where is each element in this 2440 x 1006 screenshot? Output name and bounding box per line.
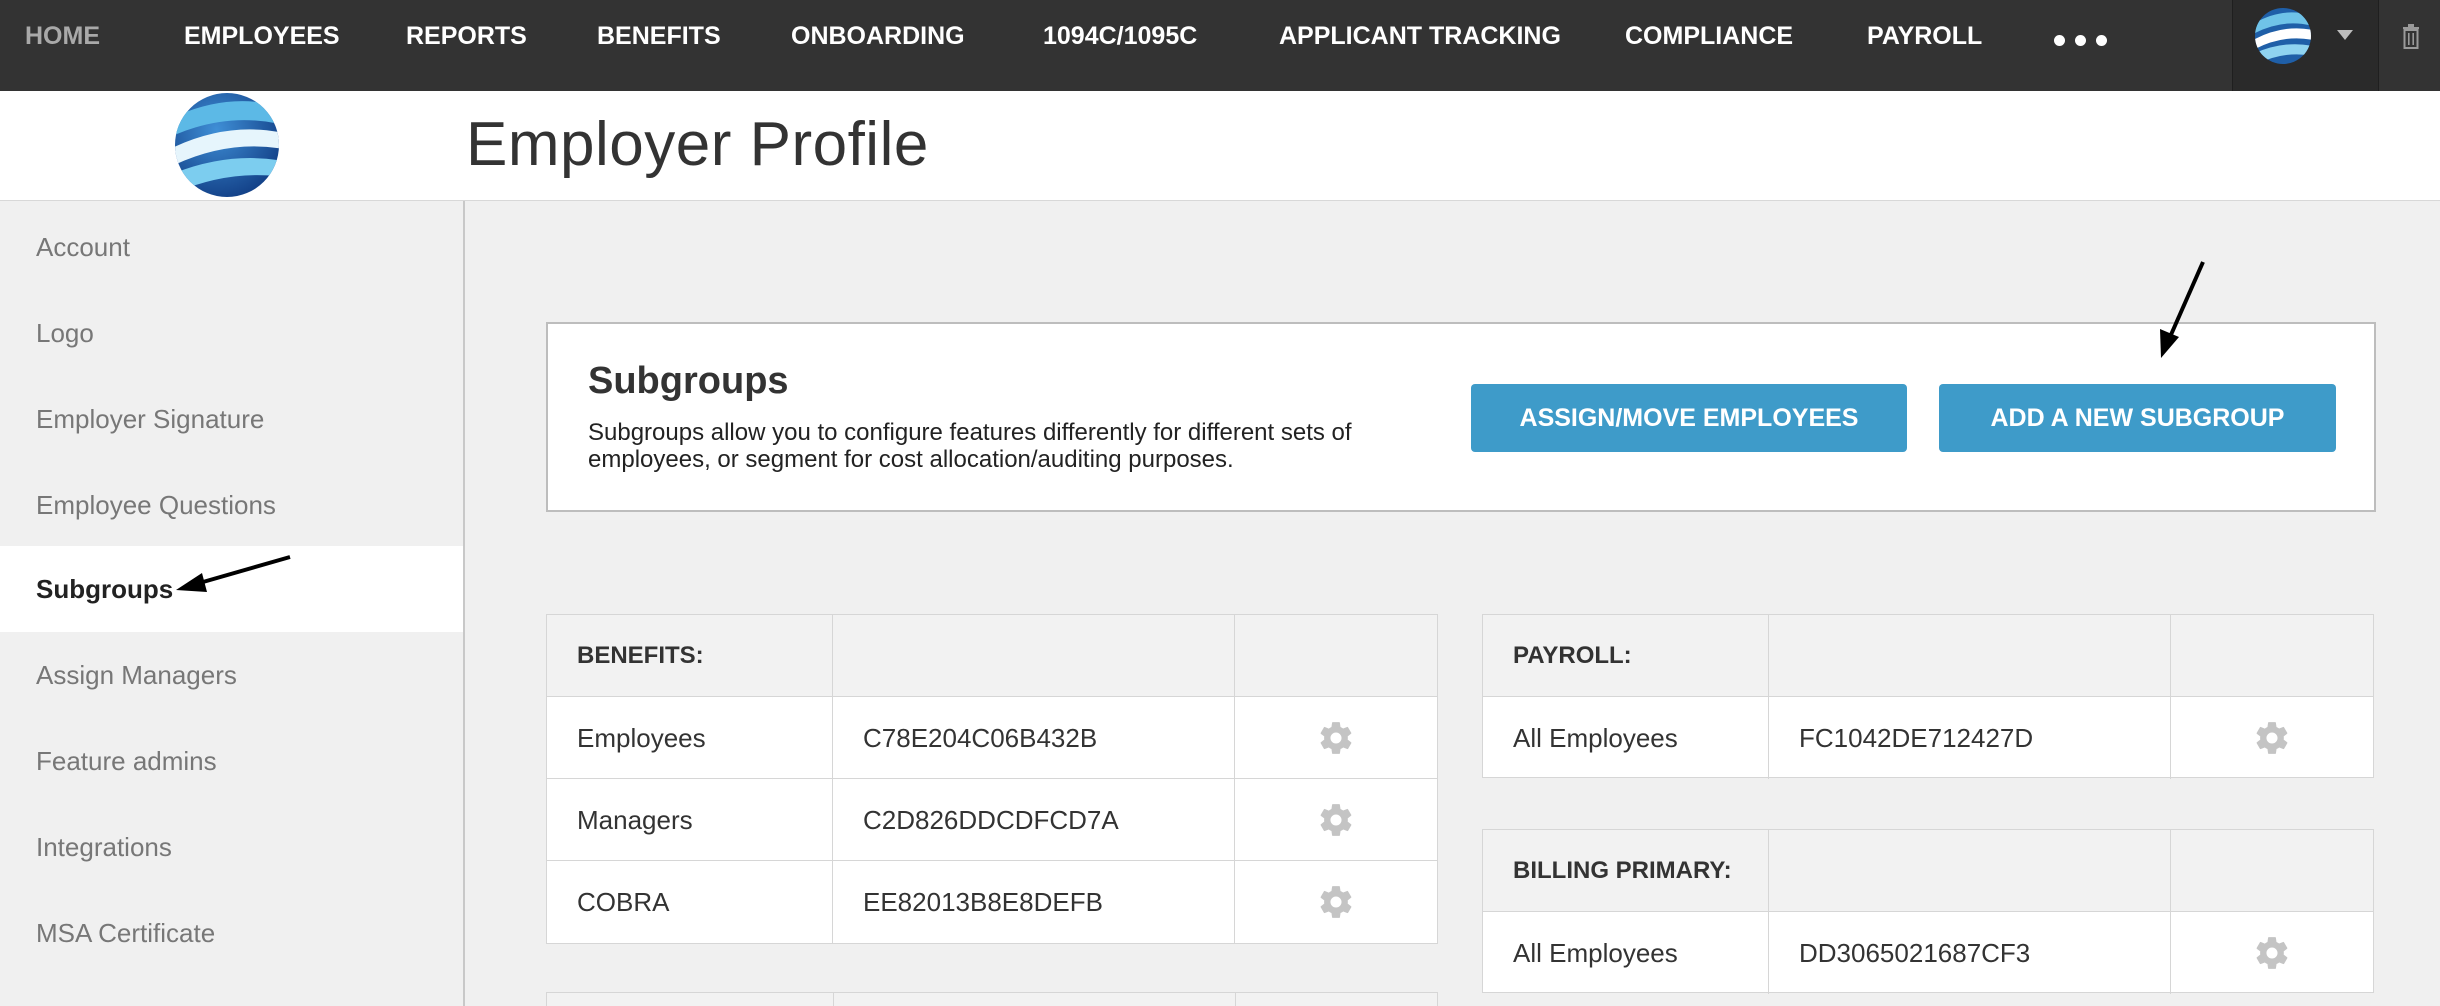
nav-applicant-tracking[interactable]: APPLICANT TRACKING: [1279, 0, 1561, 73]
nav-compliance[interactable]: COMPLIANCE: [1625, 0, 1793, 73]
subgroup-name: All Employees: [1483, 697, 1769, 779]
page-header: Employer Profile: [0, 91, 2440, 201]
benefits-table: BENEFITS: Employees C78E204C06B432B Mana…: [546, 614, 1438, 944]
gear-icon[interactable]: [1317, 883, 1355, 921]
gear-cell: [2171, 912, 2375, 994]
gear-cell: [2171, 697, 2375, 779]
globe-logo-icon: [2255, 8, 2311, 64]
billing-primary-table: BILLING PRIMARY: All Employees DD3065021…: [1482, 829, 2374, 994]
gear-icon[interactable]: [2253, 719, 2291, 757]
sidebar-item-integrations[interactable]: Integrations: [0, 804, 463, 890]
table-header-cell: [1235, 615, 1439, 697]
ellipsis-icon[interactable]: [2054, 22, 2107, 58]
subgroup-name: COBRA: [547, 861, 833, 943]
sidebar-item-logo[interactable]: Logo: [0, 290, 463, 376]
sidebar: Account Logo Employer Signature Employee…: [0, 201, 465, 1006]
sidebar-item-subgroups[interactable]: Subgroups: [0, 546, 463, 632]
column-divider: [1235, 993, 1236, 1006]
subgroup-id: FC1042DE712427D: [1769, 697, 2171, 779]
page-title: Employer Profile: [466, 110, 929, 179]
nav-payroll[interactable]: PAYROLL: [1867, 0, 1982, 73]
subgroup-name: Employees: [547, 697, 833, 779]
gear-icon[interactable]: [2253, 934, 2291, 972]
table-header-cell: [2171, 615, 2375, 697]
subgroups-panel: Subgroups Subgroups allow you to configu…: [546, 322, 2376, 512]
nav-onboarding[interactable]: ONBOARDING: [791, 0, 965, 73]
nav-benefits[interactable]: BENEFITS: [597, 0, 721, 73]
table-header-label: BENEFITS:: [547, 615, 833, 697]
table-header-cell: [1769, 615, 2171, 697]
table-header-row: BENEFITS:: [547, 615, 1437, 697]
table-row: Employees C78E204C06B432B: [547, 697, 1437, 779]
sidebar-item-feature-admins[interactable]: Feature admins: [0, 718, 463, 804]
payroll-table: PAYROLL: All Employees FC1042DE712427D: [1482, 614, 2374, 779]
assign-move-employees-button[interactable]: ASSIGN/MOVE EMPLOYEES: [1471, 384, 1907, 452]
table-header-label: BILLING PRIMARY:: [1483, 830, 1769, 912]
trash-icon: [2403, 24, 2419, 49]
subgroup-id: C2D826DDCDFCD7A: [833, 779, 1235, 861]
subgroup-id: DD3065021687CF3: [1769, 912, 2171, 994]
gear-cell: [1235, 779, 1439, 861]
subgroup-id: C78E204C06B432B: [833, 697, 1235, 779]
subgroup-name: Managers: [547, 779, 833, 861]
table-header-cell: [2171, 830, 2375, 912]
trash-button[interactable]: [2378, 0, 2440, 91]
top-nav: HOME EMPLOYEES REPORTS BENEFITS ONBOARDI…: [0, 0, 2440, 91]
next-table: [546, 992, 1438, 1006]
table-row: All Employees DD3065021687CF3: [1483, 912, 2373, 994]
sidebar-item-assign-managers[interactable]: Assign Managers: [0, 632, 463, 718]
column-divider: [833, 993, 834, 1006]
sidebar-item-employer-signature[interactable]: Employer Signature: [0, 376, 463, 462]
subgroup-name: All Employees: [1483, 912, 1769, 994]
gear-icon[interactable]: [1317, 719, 1355, 757]
nav-home[interactable]: HOME: [25, 0, 100, 73]
gear-icon[interactable]: [1317, 801, 1355, 839]
table-row: Managers C2D826DDCDFCD7A: [547, 779, 1437, 861]
sidebar-item-account[interactable]: Account: [0, 204, 463, 290]
table-header-row: PAYROLL:: [1483, 615, 2373, 697]
subgroup-id: EE82013B8E8DEFB: [833, 861, 1235, 943]
subgroups-title: Subgroups: [588, 360, 789, 402]
sidebar-item-employee-questions[interactable]: Employee Questions: [0, 462, 463, 548]
user-menu[interactable]: [2232, 0, 2378, 91]
nav-employees[interactable]: EMPLOYEES: [184, 0, 340, 73]
add-new-subgroup-button[interactable]: ADD A NEW SUBGROUP: [1939, 384, 2336, 452]
table-header-label: PAYROLL:: [1483, 615, 1769, 697]
caret-down-icon: [2337, 30, 2353, 40]
subgroups-description: Subgroups allow you to configure feature…: [588, 419, 1352, 473]
table-row: All Employees FC1042DE712427D: [1483, 697, 2373, 779]
globe-logo-icon: [175, 93, 279, 197]
table-header-cell: [833, 615, 1235, 697]
sidebar-item-msa-certificate[interactable]: MSA Certificate: [0, 890, 463, 976]
table-row: COBRA EE82013B8E8DEFB: [547, 861, 1437, 943]
nav-reports[interactable]: REPORTS: [406, 0, 527, 73]
nav-1094c-1095c[interactable]: 1094C/1095C: [1043, 0, 1197, 73]
table-header-cell: [1769, 830, 2171, 912]
gear-cell: [1235, 861, 1439, 943]
table-header-row: BILLING PRIMARY:: [1483, 830, 2373, 912]
gear-cell: [1235, 697, 1439, 779]
